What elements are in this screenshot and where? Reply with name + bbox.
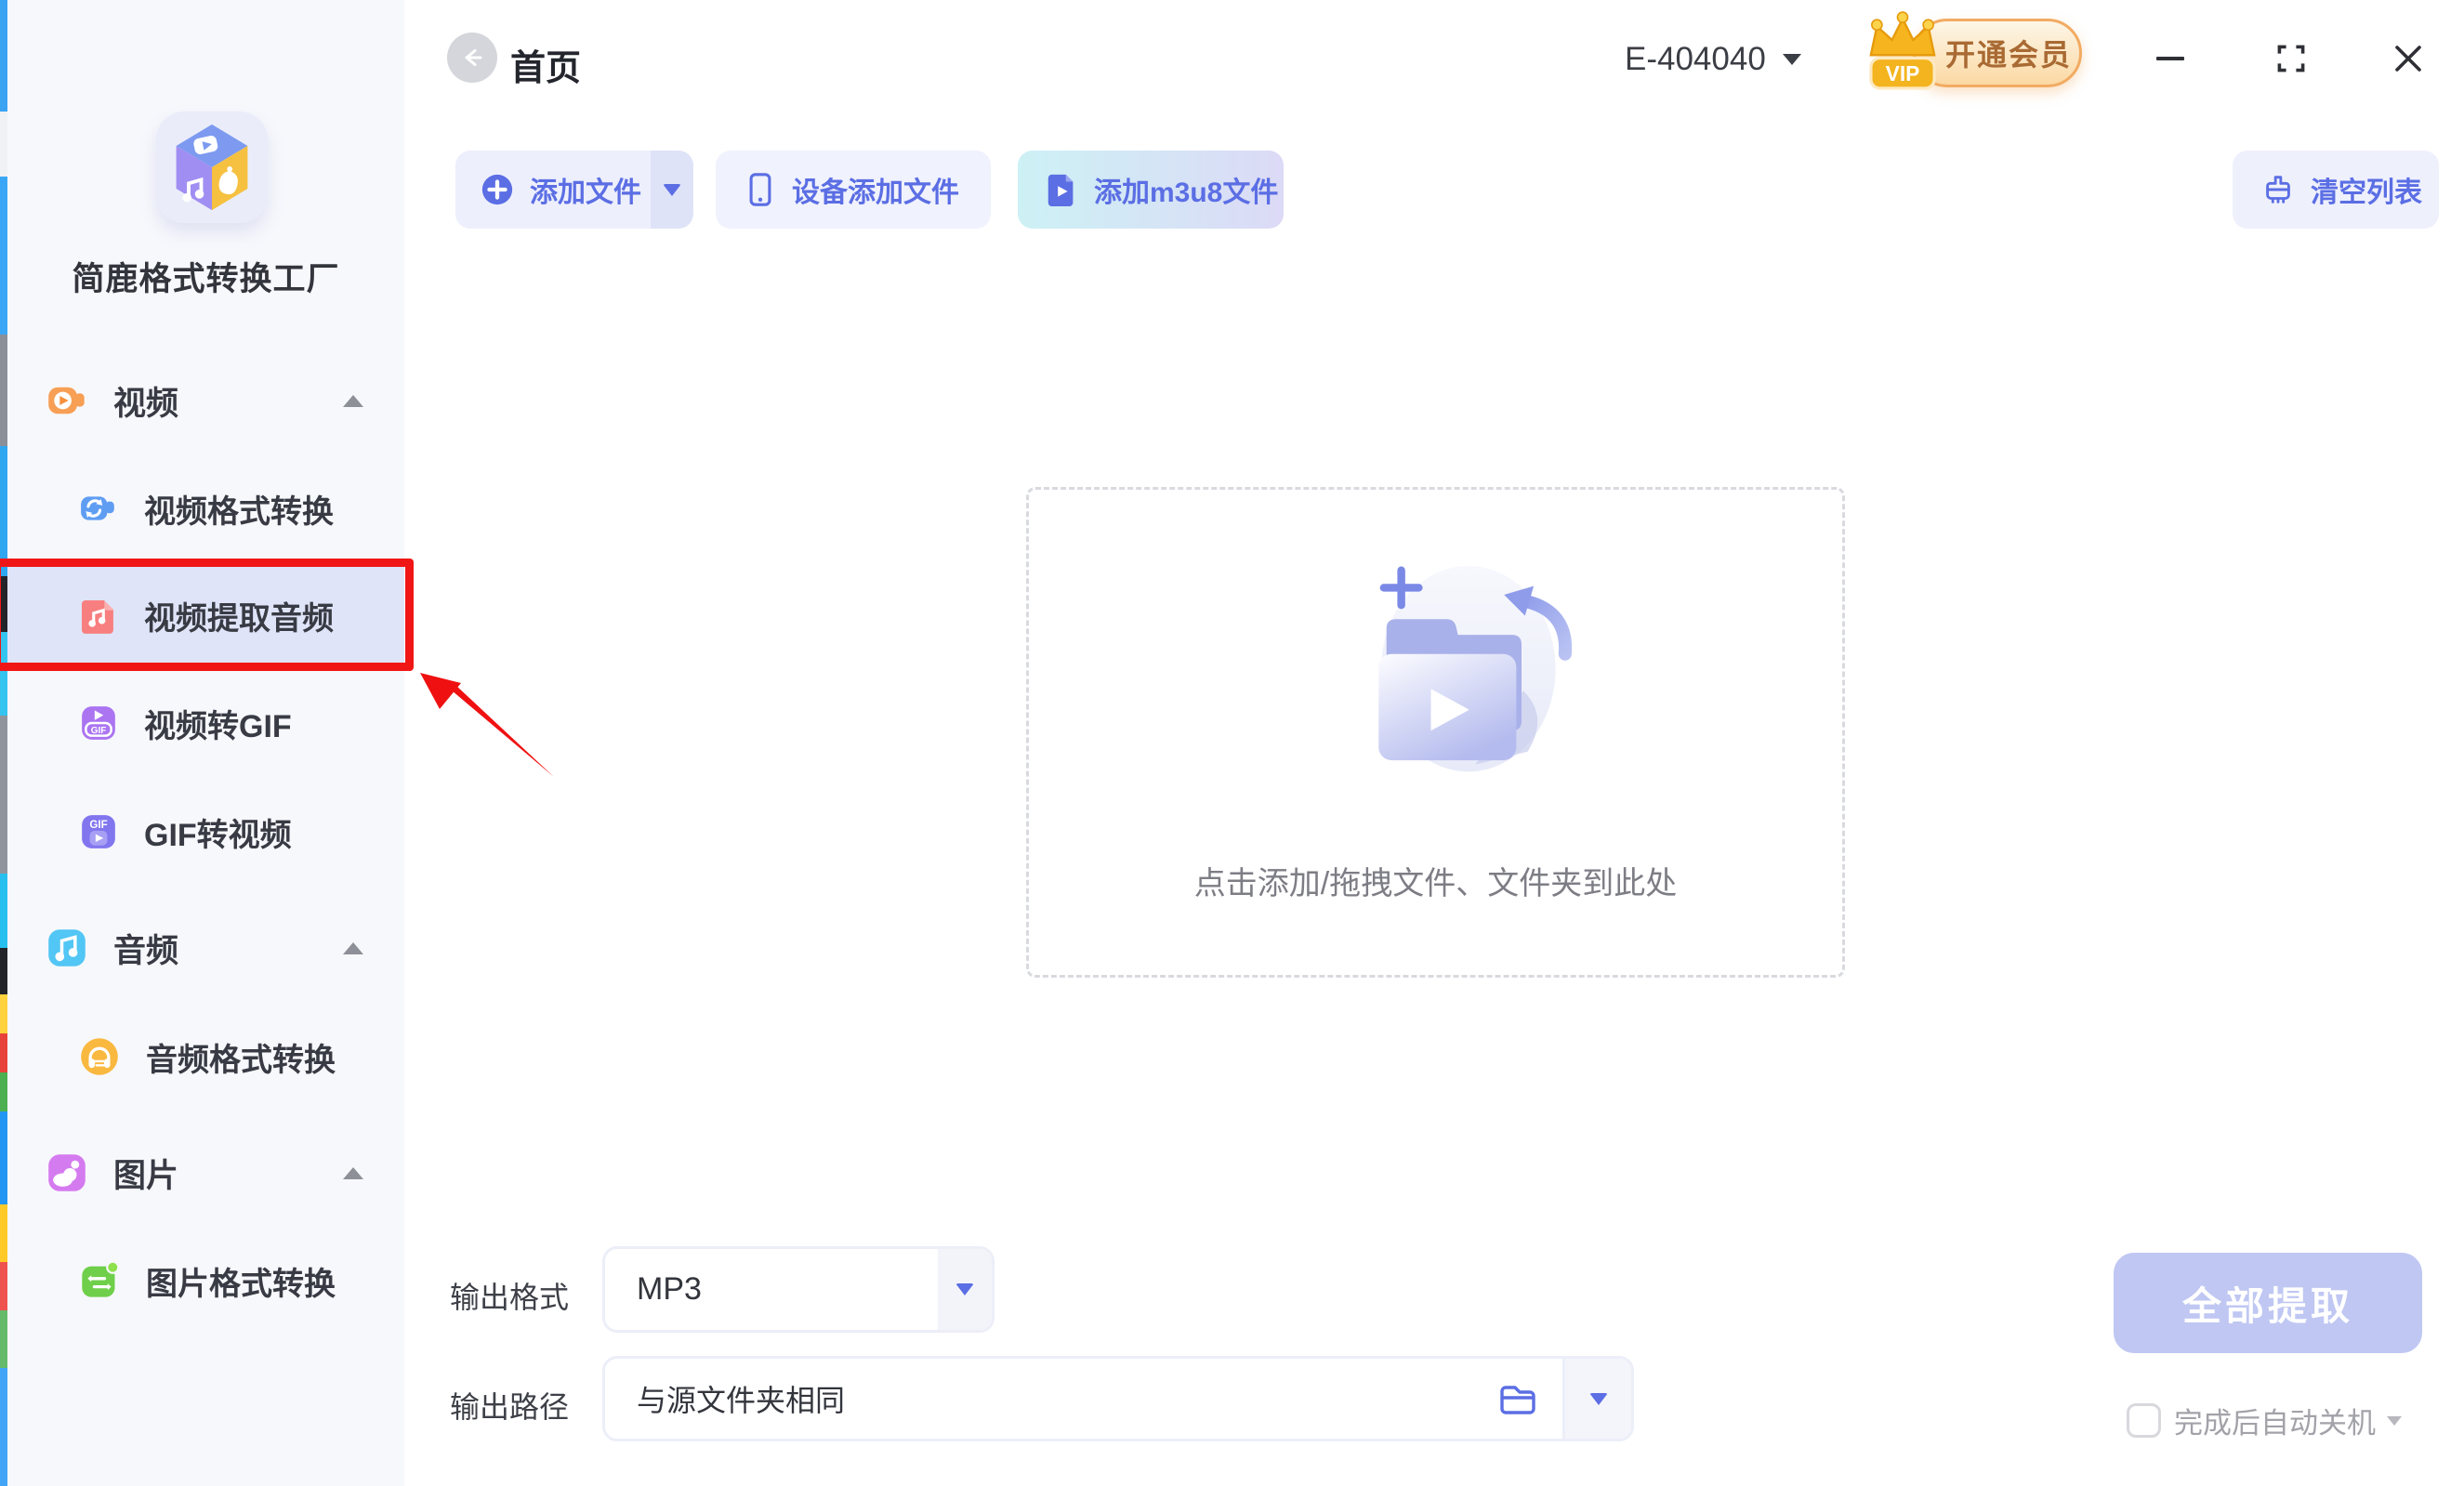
- output-format-arrow-segment[interactable]: [938, 1249, 992, 1330]
- browse-folder-button[interactable]: [1497, 1380, 1538, 1417]
- plus-circle-icon: [480, 172, 515, 207]
- collapse-up-icon[interactable]: [343, 1167, 363, 1179]
- app-window: 简鹿格式转换工厂 视频: [0, 0, 2464, 1486]
- output-path-dropdown[interactable]: [1562, 1359, 1631, 1439]
- sidebar-section-video[interactable]: 视频: [7, 374, 404, 427]
- audio-convert-icon: [79, 1036, 120, 1077]
- output-path-label: 输出路径: [450, 1384, 569, 1427]
- audio-extract-icon: [79, 597, 118, 636]
- output-format-label: 输出格式: [450, 1274, 569, 1317]
- dropdown-arrow-icon: [663, 184, 681, 196]
- sidebar-item-label: 视频提取音频: [144, 593, 334, 638]
- chevron-down-icon: [2387, 1416, 2402, 1426]
- extract-all-button[interactable]: 全部提取: [2114, 1253, 2422, 1353]
- video-to-gif-icon: GIF: [79, 704, 118, 743]
- vip-membership-button[interactable]: 开通会员 VIP: [1859, 11, 2082, 97]
- audio-section-icon: [46, 927, 87, 968]
- output-format-select[interactable]: MP3: [602, 1246, 995, 1333]
- chevron-down-icon: [1783, 54, 1801, 65]
- maximize-icon: [2274, 42, 2308, 75]
- add-file-button[interactable]: 添加文件: [455, 151, 651, 229]
- dropdown-arrow-icon: [955, 1283, 974, 1295]
- annotation-arrow: [400, 641, 586, 790]
- clear-list-button[interactable]: 清空列表: [2233, 151, 2439, 229]
- sidebar-item-video-to-gif[interactable]: GIF 视频转GIF: [7, 696, 404, 750]
- clear-list-label: 清空列表: [2311, 169, 2422, 210]
- broom-icon: [2260, 172, 2296, 207]
- add-m3u8-label: 添加m3u8文件: [1094, 169, 1278, 210]
- drop-zone-hint: 点击添加/拖拽文件、文件夹到此处: [1029, 858, 1842, 903]
- sidebar-item-label: GIF转视频: [144, 809, 292, 855]
- close-icon: [2392, 43, 2424, 74]
- image-convert-icon: [79, 1260, 120, 1301]
- app-logo-cube-icon: [167, 121, 257, 214]
- back-button[interactable]: [447, 33, 497, 83]
- add-file-dropdown-button[interactable]: [651, 151, 693, 229]
- sidebar-section-label: 图片: [113, 1150, 178, 1197]
- maximize-button[interactable]: [2268, 35, 2314, 82]
- device-add-file-button[interactable]: 设备添加文件: [716, 151, 991, 229]
- account-id: E-404040: [1625, 41, 1766, 78]
- sidebar-item-image-convert[interactable]: 图片格式转换: [7, 1254, 404, 1308]
- sidebar-item-video-extract-audio[interactable]: 视频提取音频: [7, 567, 404, 664]
- app-logo: [156, 112, 268, 223]
- add-file-label: 添加文件: [530, 169, 641, 210]
- background-window-edge: [0, 0, 7, 1486]
- device-add-file-label: 设备添加文件: [792, 169, 959, 210]
- sidebar-item-label: 音频格式转换: [146, 1034, 336, 1080]
- svg-text:GIF: GIF: [89, 820, 107, 831]
- collapse-up-icon[interactable]: [343, 395, 363, 407]
- sidebar-section-image[interactable]: 图片: [7, 1146, 404, 1200]
- m3u8-file-icon: [1044, 171, 1079, 208]
- shutdown-checkbox[interactable]: [2127, 1403, 2161, 1438]
- shutdown-label: 完成后自动关机: [2174, 1400, 2376, 1441]
- minimize-button[interactable]: [2147, 35, 2194, 82]
- file-drop-zone[interactable]: 点击添加/拖拽文件、文件夹到此处: [1026, 487, 1845, 978]
- phone-icon: [744, 171, 777, 208]
- video-convert-icon: [79, 489, 118, 528]
- close-button[interactable]: [2385, 35, 2431, 82]
- shutdown-after-option[interactable]: 完成后自动关机: [2127, 1400, 2402, 1441]
- vip-label: 开通会员: [1945, 32, 2072, 74]
- folder-icon: [1497, 1380, 1538, 1417]
- add-folder-illustration: [1298, 547, 1577, 808]
- back-arrow-icon: [458, 44, 486, 72]
- output-format-value: MP3: [637, 1271, 938, 1308]
- vip-crown-icon: VIP: [1851, 4, 1954, 100]
- page-title: 首页: [510, 39, 581, 90]
- sidebar-item-gif-to-video[interactable]: GIF GIF转视频: [7, 805, 404, 859]
- sidebar-item-video-convert[interactable]: 视频格式转换: [7, 481, 404, 535]
- gif-to-video-icon: GIF: [79, 812, 118, 851]
- sidebar-item-label: 视频转GIF: [144, 701, 292, 746]
- minimize-icon: [2154, 43, 2186, 74]
- svg-text:VIP: VIP: [1886, 61, 1920, 85]
- sidebar: 简鹿格式转换工厂 视频: [7, 0, 404, 1486]
- svg-text:GIF: GIF: [91, 726, 107, 736]
- sidebar-section-label: 视频: [113, 377, 178, 425]
- sidebar-item-label: 视频格式转换: [144, 486, 334, 532]
- output-path-value: 与源文件夹相同: [637, 1377, 1497, 1420]
- sidebar-item-label: 图片格式转换: [146, 1258, 336, 1304]
- app-name: 简鹿格式转换工厂: [7, 253, 404, 300]
- output-path-field[interactable]: 与源文件夹相同: [602, 1356, 1634, 1441]
- add-m3u8-button[interactable]: 添加m3u8文件: [1018, 151, 1284, 229]
- sidebar-item-audio-convert[interactable]: 音频格式转换: [7, 1030, 404, 1084]
- collapse-up-icon[interactable]: [343, 942, 363, 954]
- account-id-dropdown[interactable]: E-404040: [1625, 41, 1801, 78]
- dropdown-arrow-icon: [1589, 1393, 1608, 1405]
- image-section-icon: [46, 1152, 87, 1193]
- sidebar-section-audio[interactable]: 音频: [7, 921, 404, 975]
- sidebar-section-label: 音频: [113, 925, 178, 972]
- video-section-icon: [46, 380, 87, 421]
